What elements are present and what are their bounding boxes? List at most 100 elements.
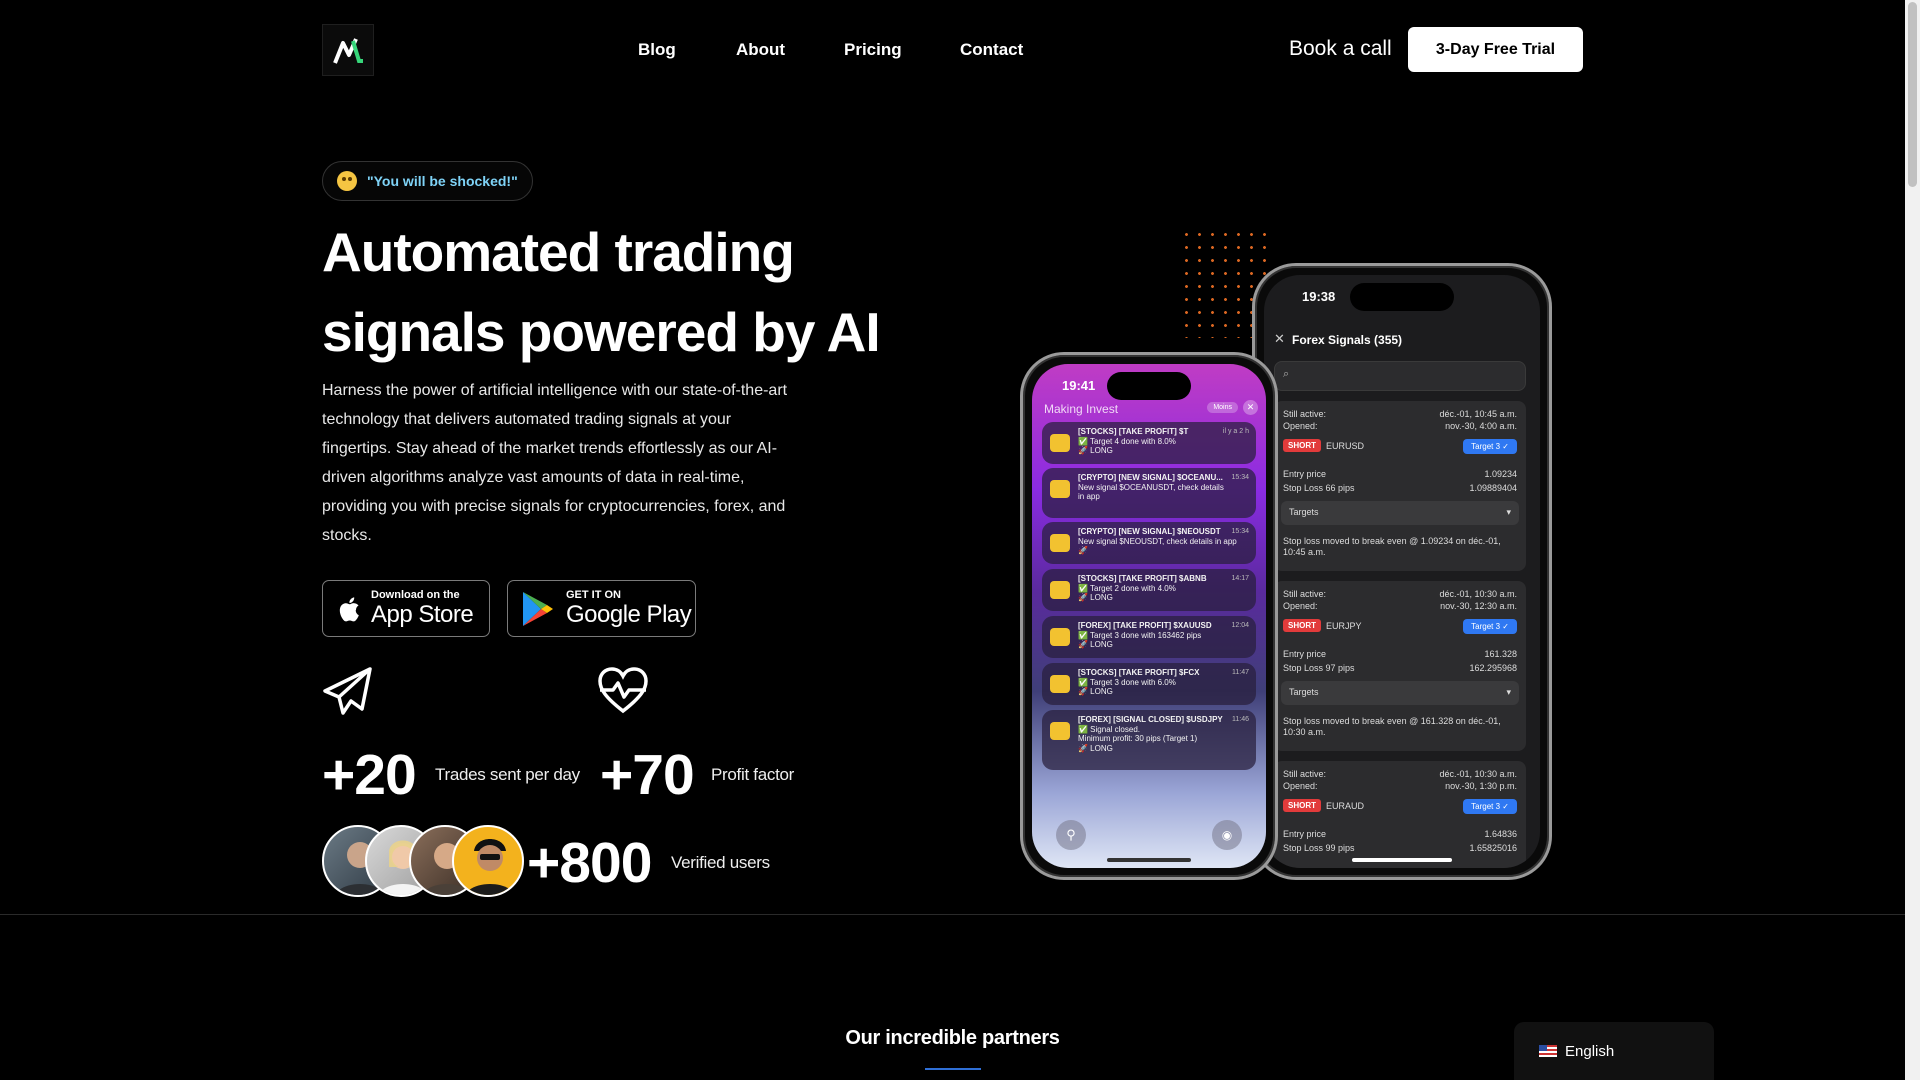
- card-label: Entry price: [1283, 469, 1327, 479]
- notification-time: 11:46: [1232, 716, 1249, 723]
- nav-pricing[interactable]: Pricing: [844, 40, 902, 60]
- card-label: Still active:: [1283, 589, 1327, 599]
- nav-contact[interactable]: Contact: [960, 40, 1023, 60]
- forex-signals-screen: 19:38 ✕ Forex Signals (355) ⌕ Still acti…: [1264, 275, 1540, 868]
- notification-line: 🚀 LONG: [1078, 640, 1113, 649]
- notification-line: 🚀 LONG: [1078, 687, 1113, 696]
- profit-stat-label: Profit factor: [711, 765, 795, 784]
- card-label: Entry price: [1283, 829, 1327, 839]
- language-switcher[interactable]: English: [1514, 1022, 1714, 1080]
- notification[interactable]: 11:47 [STOCKS] [TAKE PROFIT] $FCX ✅ Target…: [1042, 663, 1256, 705]
- app-icon: [1050, 534, 1070, 552]
- phone-notch: [1350, 283, 1454, 311]
- notification-line: 🚀 LONG: [1078, 446, 1113, 455]
- notification-line: 🚀 LONG: [1078, 743, 1113, 753]
- google-play-icon: [523, 591, 553, 626]
- free-trial-button[interactable]: 3-Day Free Trial: [1408, 27, 1583, 72]
- card-label: Opened:: [1283, 781, 1318, 791]
- app-icon: [1050, 480, 1070, 498]
- flashlight-icon[interactable]: ⚲: [1056, 820, 1086, 850]
- card-label: Stop Loss 97 pips: [1283, 663, 1355, 673]
- notification-title: [STOCKS] [TAKE PROFIT] $FCX: [1078, 668, 1200, 677]
- scrollbar-thumb[interactable]: [1908, 2, 1917, 187]
- notification[interactable]: 12:04 [FOREX] [TAKE PROFIT] $XAUUSD ✅ Targ…: [1042, 616, 1256, 658]
- camera-icon[interactable]: ◉: [1212, 820, 1242, 850]
- notification[interactable]: 11:46 [FOREX] [SIGNAL CLOSED] $USDJPY ✅ Si…: [1042, 710, 1256, 770]
- app-icon: [1050, 675, 1070, 693]
- card-label: Stop Loss 99 pips: [1283, 843, 1355, 853]
- notification-line: Minimum profit: 30 pips (Target 1): [1078, 734, 1198, 743]
- chevron-down-icon: ▾: [1506, 507, 1511, 517]
- notification-time: 14:17: [1231, 575, 1249, 582]
- signal-card[interactable]: Still active: déc.-01, 10:30 a.m. Opened:…: [1274, 761, 1526, 868]
- card-value: déc.-01, 10:45 a.m.: [1439, 409, 1517, 419]
- logo-mark-icon: [333, 38, 363, 64]
- short-badge: SHORT: [1283, 439, 1321, 452]
- search-input[interactable]: ⌕: [1274, 361, 1526, 391]
- notification-time: 12:04: [1231, 622, 1249, 629]
- avatar: [452, 825, 524, 897]
- nav-about[interactable]: About: [736, 40, 785, 60]
- card-value: 1.65825016: [1469, 843, 1517, 853]
- short-badge: SHORT: [1283, 799, 1321, 812]
- app-icon: [1050, 628, 1070, 646]
- notification-time: il y a 2 h: [1222, 428, 1249, 435]
- card-value: 1.64836: [1484, 829, 1517, 839]
- home-indicator: [1107, 858, 1191, 862]
- app-store-big: App Store: [371, 601, 474, 628]
- signal-card[interactable]: Still active: déc.-01, 10:45 a.m. Opened:…: [1274, 401, 1526, 571]
- language-label: English: [1565, 1042, 1615, 1060]
- notification-line: 🚀: [1078, 546, 1088, 555]
- hero-title-line1: Automated trading: [322, 221, 795, 283]
- notification[interactable]: 14:17 [STOCKS] [TAKE PROFIT] $ABNB ✅ Targe…: [1042, 569, 1256, 611]
- notification-line: ✅ Signal closed.: [1078, 724, 1140, 734]
- pair-name: EURUSD: [1326, 440, 1365, 451]
- card-value: 1.09889404: [1469, 483, 1517, 493]
- person-icon: [465, 839, 515, 895]
- google-play-button[interactable]: GET IT ON Google Play: [507, 580, 696, 637]
- notification-time: 11:47: [1232, 669, 1249, 676]
- notification-line: New signal $OCEANUSDT, check details: [1078, 482, 1224, 492]
- targets-dropdown[interactable]: Targets ▾: [1281, 501, 1519, 525]
- user-avatars: [322, 825, 532, 899]
- close-icon[interactable]: ✕: [1243, 400, 1258, 415]
- card-value: déc.-01, 10:30 a.m.: [1439, 589, 1517, 599]
- nav-blog[interactable]: Blog: [638, 40, 676, 60]
- us-flag-icon: [1539, 1045, 1557, 1057]
- notification-title: [FOREX] [SIGNAL CLOSED] $USDJPY: [1078, 715, 1223, 724]
- app-group-title: Making Invest: [1044, 402, 1119, 416]
- notification-title: [CRYPTO] [NEW SIGNAL] $NEOUSDT: [1078, 527, 1221, 536]
- profit-stat-value: +70: [600, 743, 695, 807]
- brand-logo[interactable]: [322, 24, 374, 76]
- app-icon: [1050, 434, 1070, 452]
- targets-label: Targets: [1289, 687, 1319, 697]
- targets-dropdown[interactable]: Targets ▾: [1281, 681, 1519, 705]
- phone-mockup-front: 19:41 Making Invest Moins ✕ il y a 2 h [S…: [1020, 352, 1278, 880]
- notification-line: ✅ Target 3 done with 6.0%: [1078, 677, 1176, 687]
- notification[interactable]: 15:34 [CRYPTO] [NEW SIGNAL] $NEOUSDT New s…: [1042, 522, 1256, 564]
- page-scrollbar[interactable]: [1905, 0, 1920, 1080]
- close-icon[interactable]: ✕: [1274, 331, 1285, 347]
- phone-notch: [1107, 372, 1191, 400]
- trades-stat-label: Trades sent per day: [435, 765, 580, 784]
- signal-card[interactable]: Still active: déc.-01, 10:30 a.m. Opened:…: [1274, 581, 1526, 751]
- card-value: 1.09234: [1484, 469, 1517, 479]
- trades-stat-value: +20: [322, 743, 417, 807]
- card-value: déc.-01, 10:30 a.m.: [1439, 769, 1517, 779]
- paper-plane-icon: [323, 667, 372, 715]
- book-call-link[interactable]: Book a call: [1289, 37, 1392, 61]
- notification[interactable]: il y a 2 h [STOCKS] [TAKE PROFIT] $T ✅ Tar…: [1042, 422, 1256, 464]
- search-icon: ⌕: [1283, 368, 1290, 380]
- app-icon: [1050, 581, 1070, 599]
- phone-mockup-back: 19:38 ✕ Forex Signals (355) ⌕ Still acti…: [1252, 263, 1552, 880]
- target-badge: Target 3 ✓: [1463, 619, 1517, 634]
- partners-underline: [925, 1068, 981, 1070]
- card-note: Stop loss moved to break even @ 161.328 …: [1283, 716, 1501, 737]
- notification[interactable]: 15:34 [CRYPTO] [NEW SIGNAL] $OCEANU... New…: [1042, 468, 1256, 518]
- notification-line: ✅ Target 3 done with 163462 pips: [1078, 630, 1202, 640]
- app-store-button[interactable]: Download on the App Store: [322, 580, 490, 637]
- screen-title: Forex Signals (355): [1292, 333, 1403, 347]
- show-less-pill[interactable]: Moins: [1207, 402, 1238, 413]
- notifications-screen: 19:41 Making Invest Moins ✕ il y a 2 h [S…: [1032, 364, 1266, 868]
- target-badge: Target 3 ✓: [1463, 799, 1517, 814]
